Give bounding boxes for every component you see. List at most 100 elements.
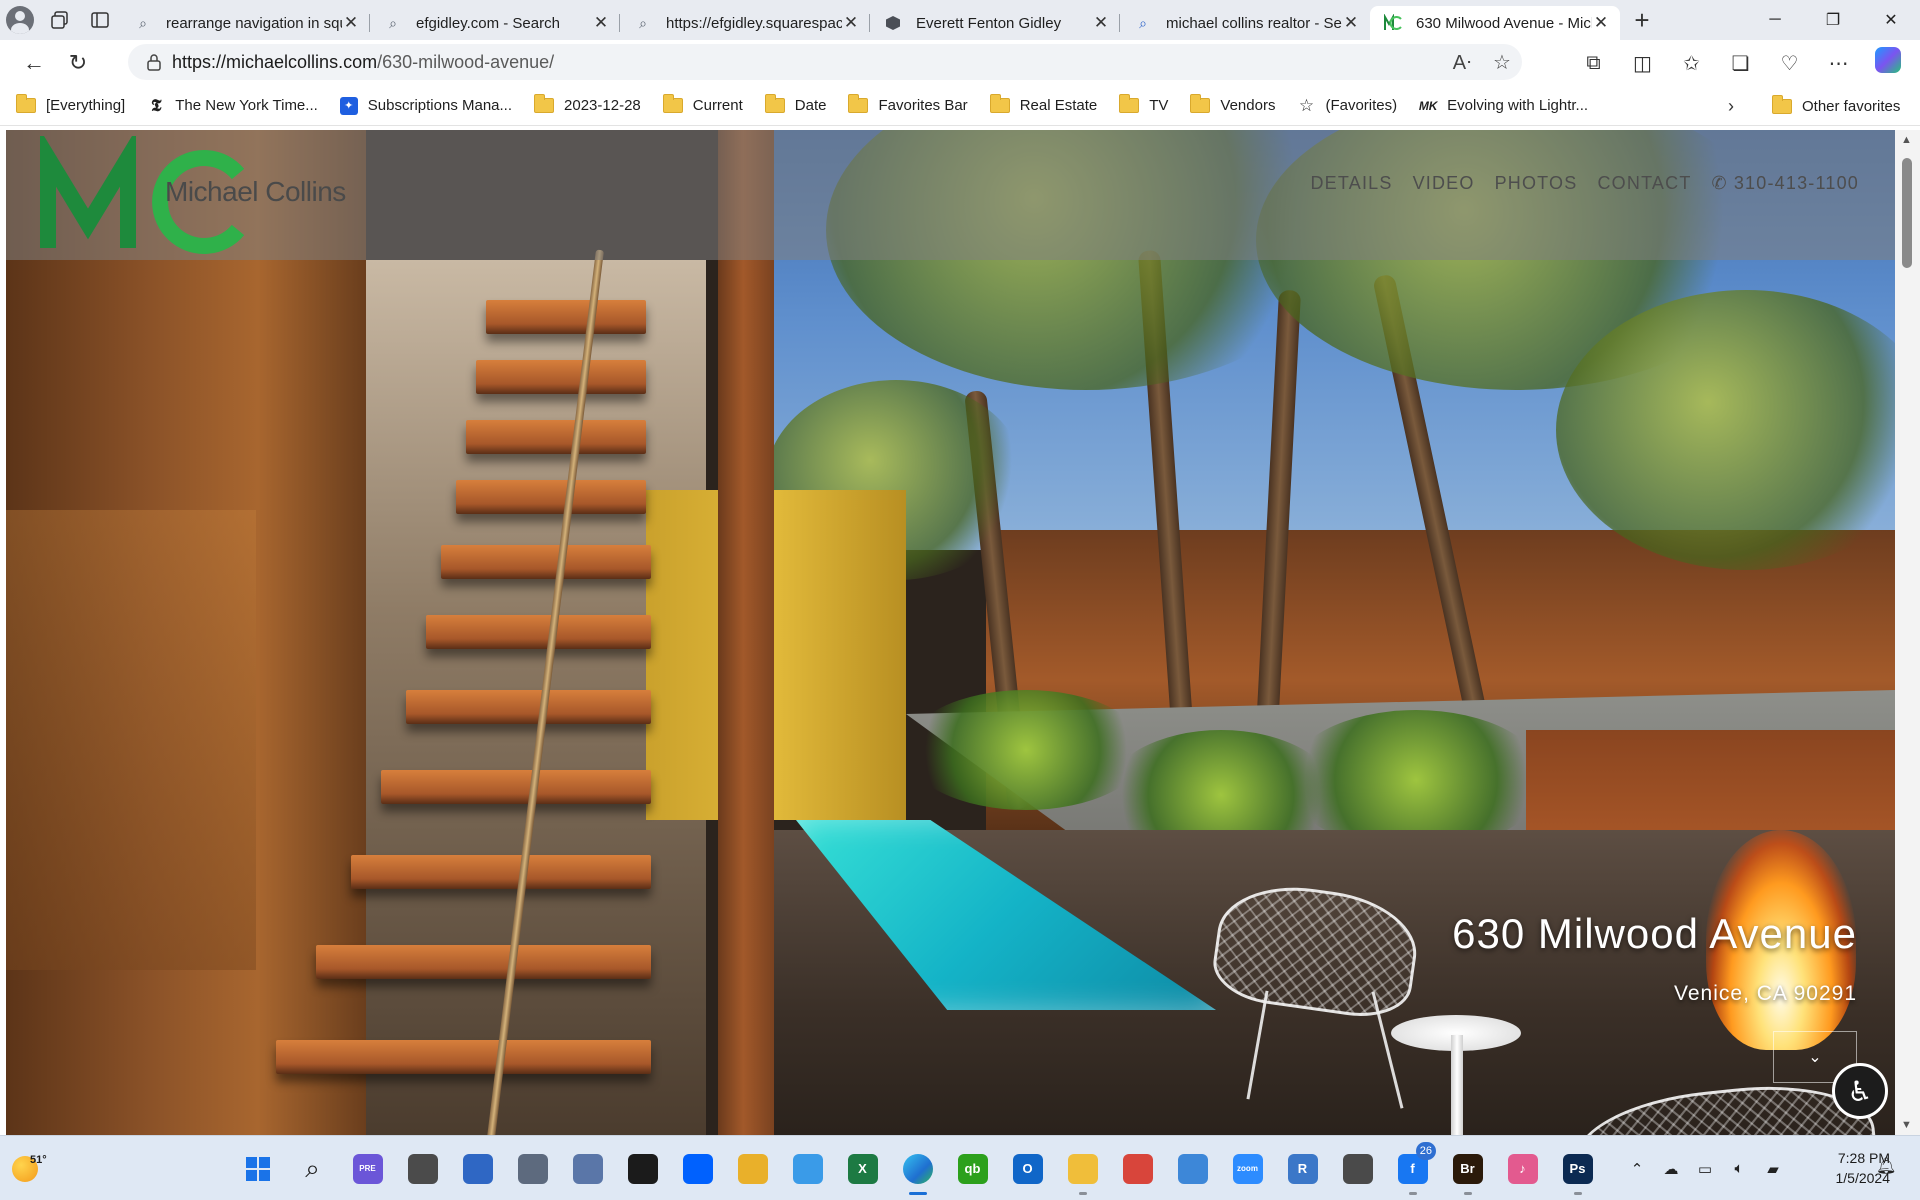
nav-photos[interactable]: PHOTOS xyxy=(1495,173,1578,194)
favorite-nyt[interactable]: 𝕿 The New York Time... xyxy=(147,96,318,115)
taskbar-app-diamond-app[interactable] xyxy=(615,1136,670,1200)
profile-avatar-icon xyxy=(6,6,34,34)
favorite-2023-12-28[interactable]: 2023-12-28 xyxy=(534,94,641,114)
system-tray: ⌃ ☁ ▭ 🔈︎ ▰ xyxy=(1620,1136,1790,1200)
taskbar-app-camera[interactable] xyxy=(1330,1136,1385,1200)
taskbar-app-onedrive[interactable] xyxy=(780,1136,835,1200)
scrollbar-thumb[interactable] xyxy=(1902,158,1912,268)
onedrive-cloud-icon[interactable]: ☁ xyxy=(1654,1160,1688,1178)
itunes-icon: ♪ xyxy=(1507,1153,1538,1184)
tab-630-milwood-avenue[interactable]: 630 Milwood Avenue - Michael Collins ✕ xyxy=(1370,6,1620,40)
taskbar-app-settings[interactable] xyxy=(505,1136,560,1200)
property-location: Venice, CA 90291 xyxy=(1674,982,1857,1005)
taskbar-app-outlook[interactable]: O xyxy=(1000,1136,1055,1200)
favorite-star-icon[interactable]: ☆ xyxy=(1482,50,1522,75)
taskbar-app-copilot-pre[interactable]: PRE xyxy=(340,1136,395,1200)
other-favorites[interactable]: Other favorites xyxy=(1772,86,1900,126)
tab-close-icon[interactable]: ✕ xyxy=(1092,13,1110,33)
minimize-icon[interactable]: ─ xyxy=(1746,0,1804,40)
site-logo[interactable]: Michael Collins xyxy=(40,130,370,256)
mc-favicon-icon xyxy=(1384,14,1402,32)
tab-close-icon[interactable]: ✕ xyxy=(342,13,360,33)
url-text[interactable]: https://michaelcollins.com/630-milwood-a… xyxy=(172,52,1442,73)
refresh-button[interactable]: ↻ xyxy=(56,43,100,83)
battery-icon[interactable]: ▰ xyxy=(1756,1160,1790,1178)
taskbar-app-facebook[interactable]: f 26 xyxy=(1385,1136,1440,1200)
favorite-real-estate[interactable]: Real Estate xyxy=(989,94,1097,114)
nav-video[interactable]: VIDEO xyxy=(1413,173,1475,194)
weather-widget[interactable]: 51° xyxy=(12,1148,52,1188)
favorite-vendors[interactable]: Vendors xyxy=(1190,94,1275,114)
taskbar-app-app-box[interactable] xyxy=(560,1136,615,1200)
favorite-label: [Everything] xyxy=(46,97,126,114)
show-hidden-icons-chevron-icon[interactable]: ⌃ xyxy=(1620,1160,1654,1178)
tab-michael-collins-search[interactable]: ⌕ michael collins realtor - Search ✕ xyxy=(1120,6,1370,40)
favorite-current[interactable]: Current xyxy=(662,94,743,114)
dropbox-icon xyxy=(682,1153,713,1184)
close-window-icon[interactable]: ✕ xyxy=(1862,0,1920,40)
scroll-up-arrow-icon[interactable]: ▲ xyxy=(1901,134,1912,146)
browser-essentials-icon[interactable]: ♡ xyxy=(1765,51,1814,76)
taskbar-app-r-app[interactable]: R xyxy=(1275,1136,1330,1200)
site-header: Michael Collins DETAILS VIDEO PHOTOS CON… xyxy=(6,130,1895,260)
taskbar-app-edge[interactable] xyxy=(890,1136,945,1200)
accessibility-button[interactable]: ♿ xyxy=(1832,1063,1888,1119)
tab-close-icon[interactable]: ✕ xyxy=(592,13,610,33)
split-screen-icon[interactable]: ◫ xyxy=(1618,51,1667,76)
favorite-favorites-list[interactable]: ☆ (Favorites) xyxy=(1297,96,1397,115)
favorite-evolving-lightroom[interactable]: MK Evolving with Lightr... xyxy=(1419,97,1588,115)
taskbar-app-notepad[interactable] xyxy=(1165,1136,1220,1200)
lock-icon[interactable] xyxy=(136,53,172,71)
copilot-button[interactable] xyxy=(1863,47,1912,79)
new-tab-button[interactable]: + xyxy=(1620,0,1664,40)
tab-efgidley-search[interactable]: ⌕ efgidley.com - Search ✕ xyxy=(370,6,620,40)
vertical-tabs-button[interactable] xyxy=(80,0,120,40)
nav-phone[interactable]: ✆ 310-413-1100 xyxy=(1712,173,1859,194)
taskbar-app-excel[interactable]: X xyxy=(835,1136,890,1200)
nav-contact[interactable]: CONTACT xyxy=(1597,173,1691,194)
favorites-overflow-chevron-icon[interactable]: › xyxy=(1728,86,1734,126)
nav-details[interactable]: DETAILS xyxy=(1310,173,1392,194)
volume-icon[interactable]: 🔈︎ xyxy=(1722,1160,1756,1177)
extensions-icon[interactable]: ⧉ xyxy=(1569,52,1618,75)
taskbar-app-chrome[interactable] xyxy=(1110,1136,1165,1200)
favorite-favorites-bar[interactable]: Favorites Bar xyxy=(848,94,968,114)
favorite-tv[interactable]: TV xyxy=(1119,94,1168,114)
store-icon xyxy=(462,1153,493,1184)
tab-everett-fenton-gidley[interactable]: Everett Fenton Gidley ✕ xyxy=(870,6,1120,40)
collections-icon[interactable]: ❏ xyxy=(1716,51,1765,76)
more-menu-icon[interactable]: ⋯ xyxy=(1814,51,1863,76)
taskbar-app-dropbox[interactable] xyxy=(670,1136,725,1200)
notifications-bell-icon[interactable]: 🔔︎ xyxy=(1876,1156,1896,1176)
taskbar-app-quickbooks[interactable]: qb xyxy=(945,1136,1000,1200)
taskbar-app-file-pen[interactable] xyxy=(725,1136,780,1200)
tab-close-icon[interactable]: ✕ xyxy=(1342,13,1360,33)
taskbar-app-task-view[interactable] xyxy=(395,1136,450,1200)
taskbar-app-bridge[interactable]: Br xyxy=(1440,1136,1495,1200)
taskbar-app-zoom[interactable]: zoom xyxy=(1220,1136,1275,1200)
page-scrollbar[interactable]: ▲ ▼ xyxy=(1895,130,1920,1135)
display-icon[interactable]: ▭ xyxy=(1688,1160,1722,1178)
address-bar[interactable]: https://michaelcollins.com/630-milwood-a… xyxy=(128,44,1522,80)
taskbar-app-photoshop[interactable]: Ps xyxy=(1550,1136,1605,1200)
profile-button[interactable] xyxy=(0,0,40,40)
scroll-down-arrow-icon[interactable]: ▼ xyxy=(1901,1119,1912,1131)
workspaces-button[interactable] xyxy=(40,0,80,40)
taskbar-app-file-explorer[interactable] xyxy=(1055,1136,1110,1200)
favorite-date[interactable]: Date xyxy=(764,94,827,114)
read-aloud-icon[interactable]: Aᐧ xyxy=(1442,50,1482,75)
favorite-everything[interactable]: [Everything] xyxy=(16,94,126,114)
taskbar-app-store[interactable] xyxy=(450,1136,505,1200)
taskbar-app-windows-start[interactable] xyxy=(230,1136,285,1200)
favorite-label: Date xyxy=(794,97,827,114)
tab-close-icon[interactable]: ✕ xyxy=(842,13,860,33)
taskbar-app-itunes[interactable]: ♪ xyxy=(1495,1136,1550,1200)
tab-efgidley-squarespace[interactable]: ⌕ https://efgidley.squarespace.com ✕ xyxy=(620,6,870,40)
favorites-icon[interactable]: ✩ xyxy=(1667,51,1716,76)
taskbar-app-search[interactable]: ⌕ xyxy=(285,1136,340,1200)
tab-close-icon[interactable]: ✕ xyxy=(1592,13,1610,33)
restore-icon[interactable]: ❐ xyxy=(1804,0,1862,40)
tab-rearrange-navigation[interactable]: ⌕ rearrange navigation in squarespace ✕ xyxy=(120,6,370,40)
favorite-subscriptions[interactable]: ✦ Subscriptions Mana... xyxy=(339,96,512,115)
back-button[interactable]: ← xyxy=(12,43,56,83)
